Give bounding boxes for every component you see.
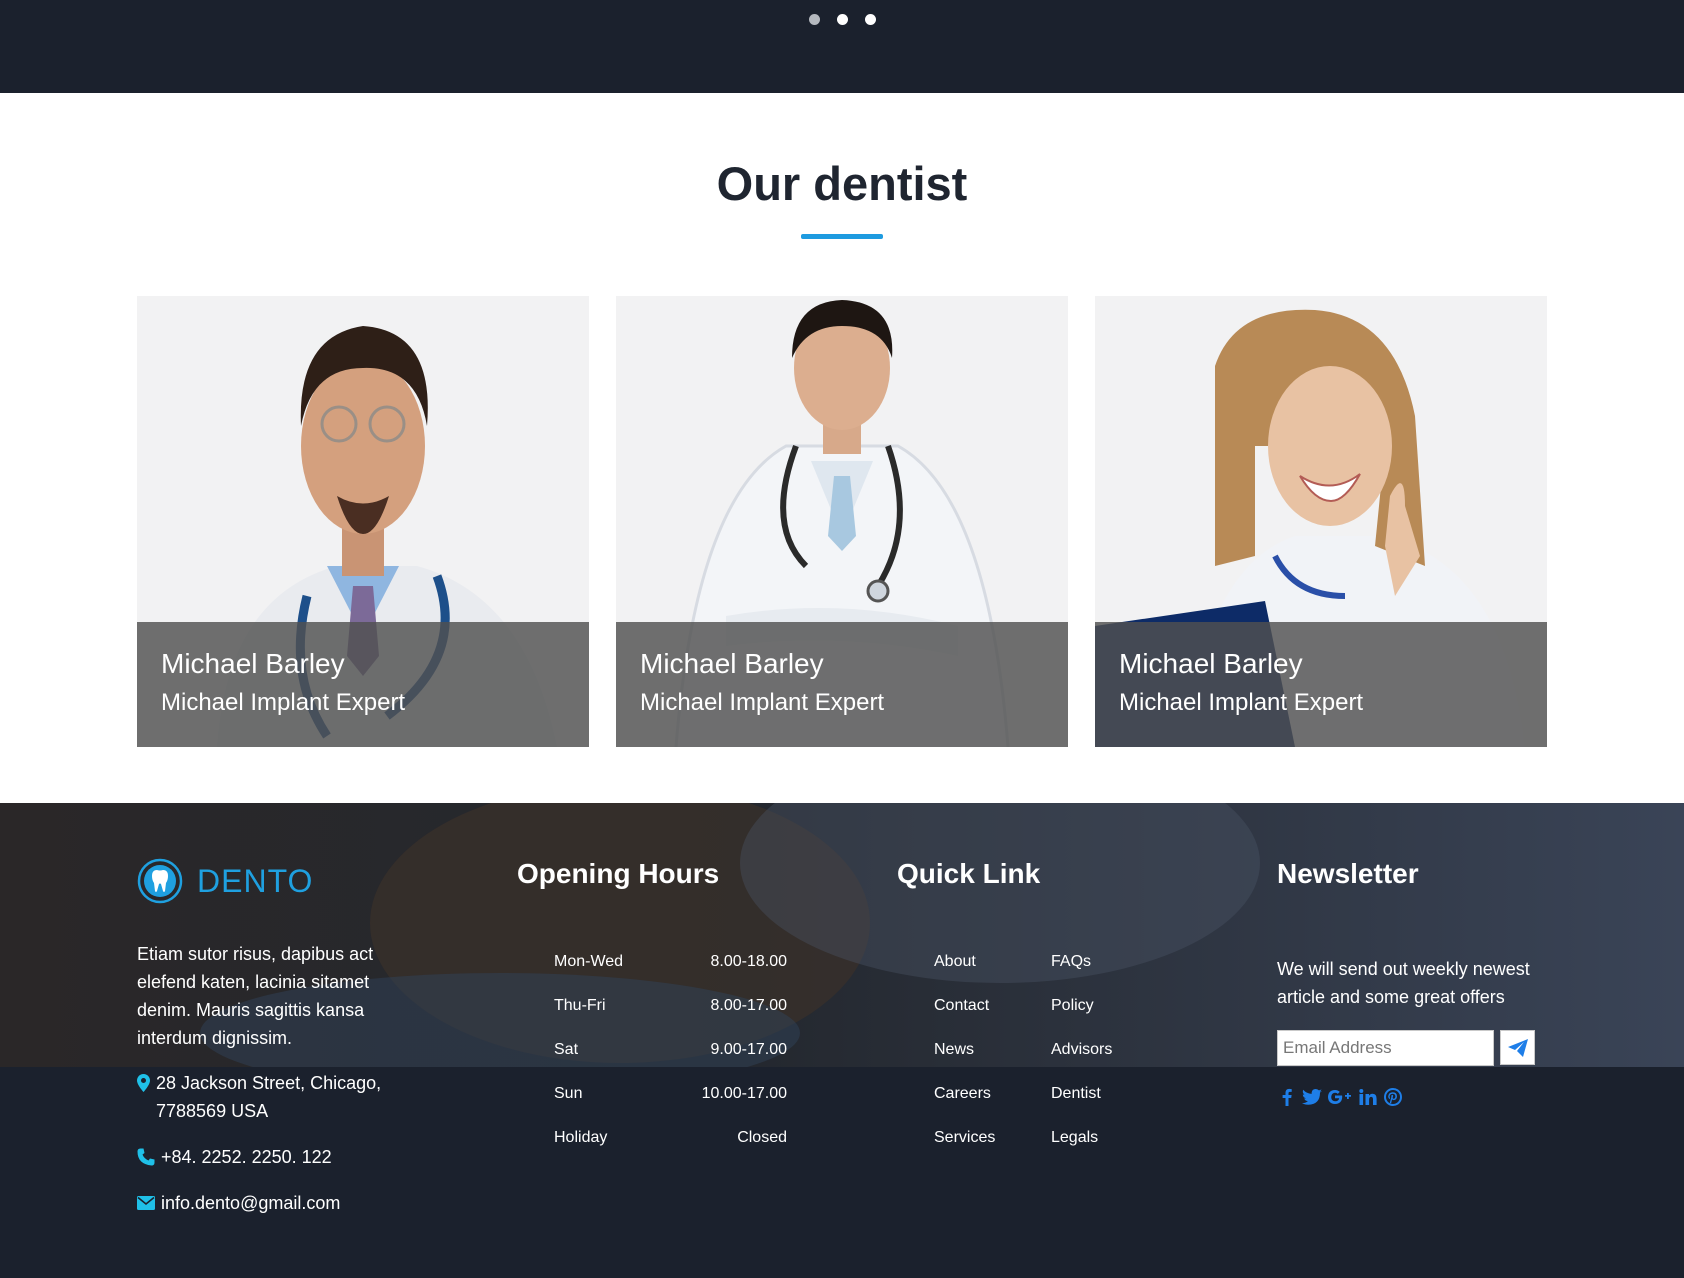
phone-text: +84. 2252. 2250. 122 — [161, 1147, 332, 1167]
dentist-role: Michael Implant Expert — [161, 689, 406, 716]
hours-row: Holiday Closed — [554, 1129, 787, 1173]
dentist-card-overlay: Michael Barley Michael Implant Expert — [616, 622, 1068, 747]
link-policy[interactable]: Policy — [1051, 997, 1168, 1041]
link-services[interactable]: Services — [934, 1129, 1051, 1173]
dentist-card-2[interactable]: Michael Barley Michael Implant Expert — [616, 296, 1068, 747]
slider-dots — [0, 14, 1684, 25]
dentist-card-1[interactable]: Michael Barley Michael Implant Expert — [137, 296, 589, 747]
logo-text: DENTO — [197, 862, 314, 899]
dentist-card-overlay: Michael Barley Michael Implant Expert — [137, 622, 589, 747]
newsletter-send-button[interactable] — [1500, 1030, 1535, 1065]
facebook-icon[interactable] — [1277, 1087, 1297, 1107]
slider-dot-3[interactable] — [864, 14, 876, 25]
address-text: 28 Jackson Street, Chicago, 7788569 USA — [156, 1073, 382, 1121]
hours-day: Thu-Fri — [554, 997, 606, 1014]
social-links — [1277, 1087, 1403, 1107]
dentist-name: Michael Barley — [640, 648, 824, 679]
opening-hours-title: Opening Hours — [517, 858, 720, 889]
hours-day: Sat — [554, 1041, 579, 1058]
hours-day: Sun — [554, 1085, 583, 1102]
paper-plane-icon — [1507, 1038, 1528, 1057]
hours-day: Mon-Wed — [554, 953, 624, 970]
dentist-name: Michael Barley — [161, 648, 345, 679]
hours-time: 9.00-17.00 — [710, 1041, 787, 1058]
link-legals[interactable]: Legals — [1051, 1129, 1168, 1173]
newsletter-title: Newsletter — [1277, 858, 1419, 889]
quick-links: About FAQs Contact Policy News Advisors … — [934, 953, 1174, 1173]
dentist-role: Michael Implant Expert — [1119, 689, 1364, 716]
footer-email[interactable]: info.dento@gmail.com — [137, 1189, 340, 1217]
link-advisors[interactable]: Advisors — [1051, 1041, 1168, 1085]
envelope-icon — [137, 1196, 155, 1210]
link-contact[interactable]: Contact — [934, 997, 1051, 1041]
link-careers[interactable]: Careers — [934, 1085, 1051, 1129]
dentist-card-3[interactable]: Michael Barley Michael Implant Expert — [1095, 296, 1547, 747]
hours-row: Sat 9.00-17.00 — [554, 1041, 787, 1085]
newsletter-text: We will send out weekly newest article a… — [1277, 959, 1530, 1007]
title-underline — [801, 234, 883, 239]
hours-time: Closed — [737, 1129, 787, 1146]
footer-about-text: Etiam sutor risus, dapibus act elefend k… — [137, 944, 374, 1048]
footer-phone[interactable]: +84. 2252. 2250. 122 — [137, 1143, 332, 1171]
pinterest-icon[interactable] — [1383, 1087, 1403, 1107]
email-text: info.dento@gmail.com — [161, 1193, 341, 1213]
hours-time: 8.00-17.00 — [710, 997, 787, 1014]
opening-hours-table: Mon-Wed 8.00-18.00 Thu-Fri 8.00-17.00 Sat 9… — [554, 953, 787, 1173]
dentist-role: Michael Implant Expert — [640, 689, 885, 716]
slider-band — [0, 0, 1684, 93]
quick-link-title: Quick Link — [897, 858, 1041, 889]
hours-row: Sun 10.00-17.00 — [554, 1085, 787, 1129]
phone-icon — [137, 1148, 155, 1166]
footer-logo[interactable]: DENTO — [137, 858, 313, 904]
google-plus-icon[interactable] — [1327, 1087, 1353, 1107]
newsletter-email-input[interactable] — [1277, 1030, 1494, 1066]
slider-dot-2[interactable] — [836, 14, 848, 25]
hours-day: Holiday — [554, 1129, 608, 1146]
link-faqs[interactable]: FAQs — [1051, 953, 1168, 997]
hours-row: Mon-Wed 8.00-18.00 — [554, 953, 787, 997]
map-pin-icon — [137, 1074, 150, 1092]
tooth-logo-icon — [137, 858, 183, 904]
dentist-name: Michael Barley — [1119, 648, 1303, 679]
hours-time: 10.00-17.00 — [701, 1085, 787, 1102]
hours-time: 8.00-18.00 — [710, 953, 787, 970]
twitter-icon[interactable] — [1302, 1087, 1322, 1107]
dentist-card-overlay: Michael Barley Michael Implant Expert — [1095, 622, 1547, 747]
link-news[interactable]: News — [934, 1041, 1051, 1085]
section-title: Our dentist — [716, 157, 968, 210]
footer-address: 28 Jackson Street, Chicago, 7788569 USA — [137, 1069, 397, 1125]
linkedin-icon[interactable] — [1358, 1087, 1378, 1107]
footer: DENTO Etiam sutor risus, dapibus act ele… — [0, 803, 1684, 1278]
link-about[interactable]: About — [934, 953, 1051, 997]
link-dentist[interactable]: Dentist — [1051, 1085, 1168, 1129]
hours-row: Thu-Fri 8.00-17.00 — [554, 997, 787, 1041]
slider-dot-1[interactable] — [808, 14, 820, 25]
